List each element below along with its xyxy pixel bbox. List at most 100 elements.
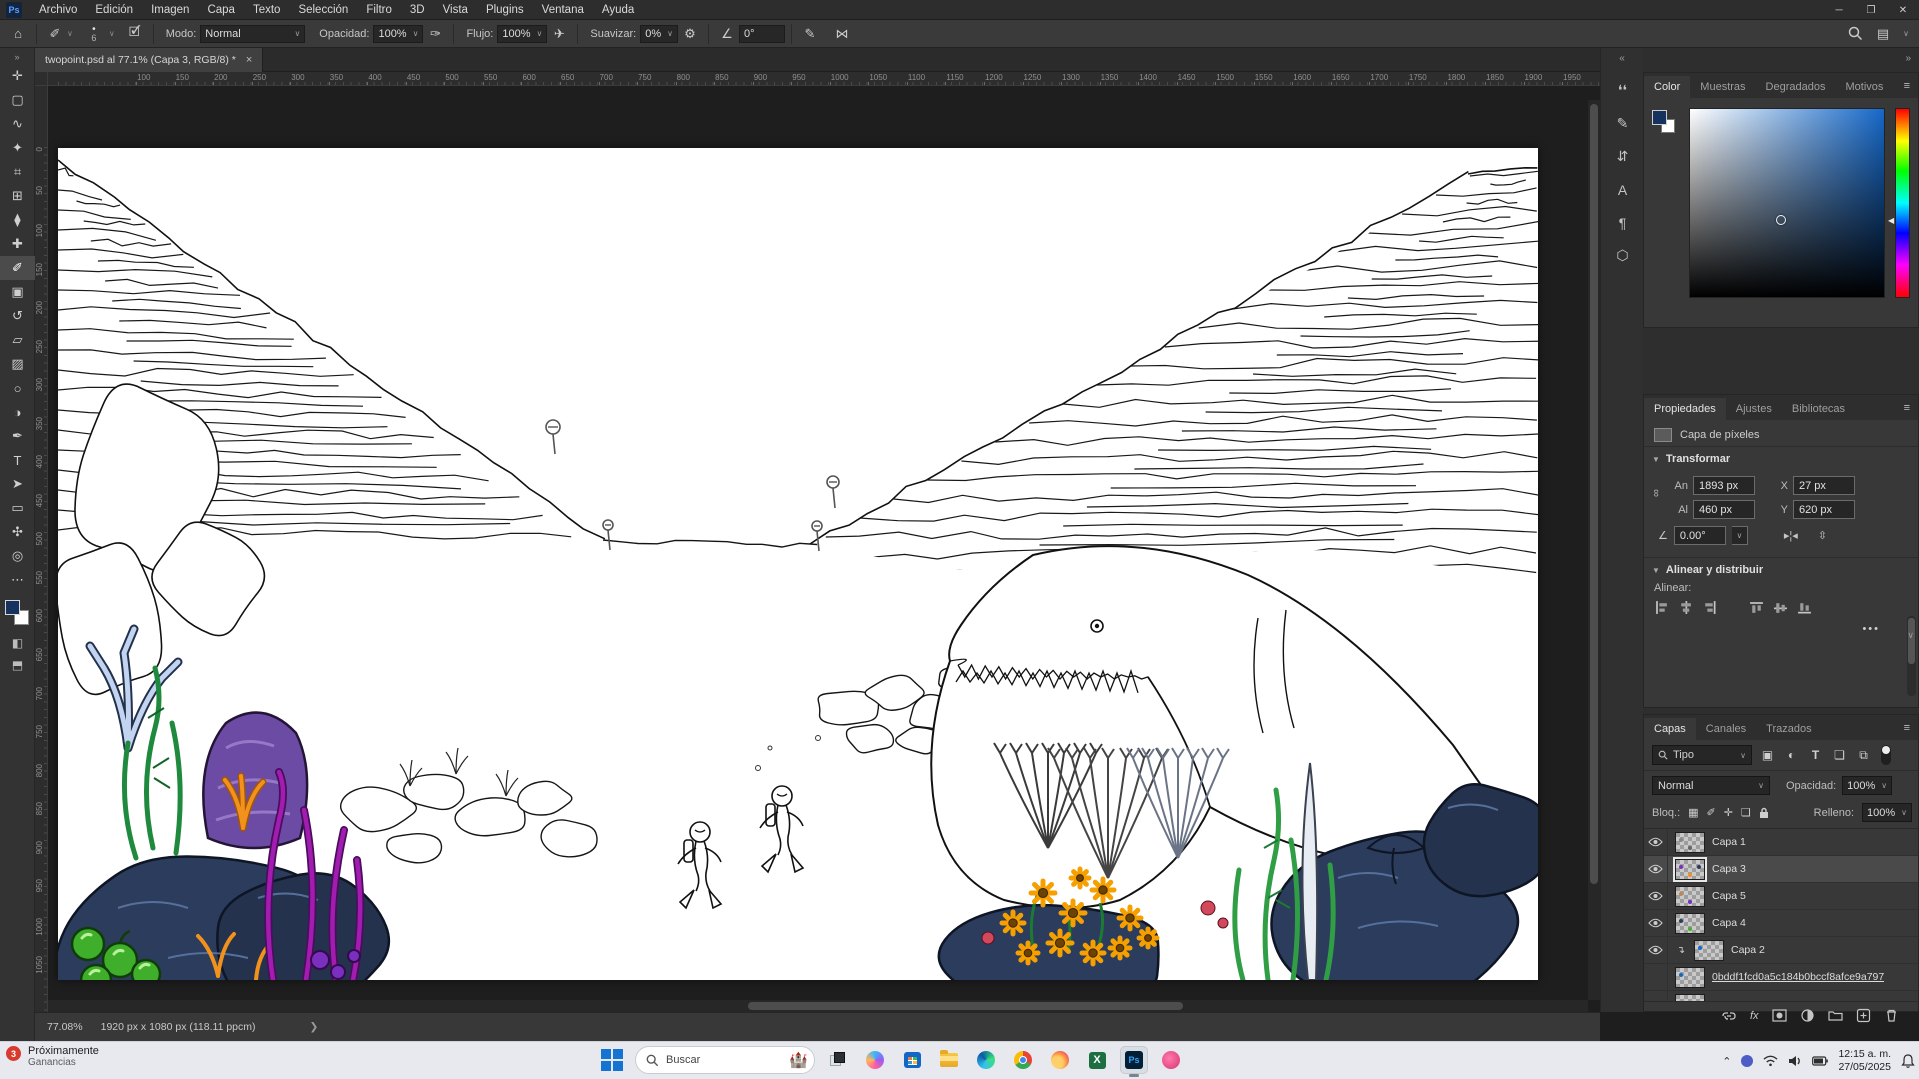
lasso-tool[interactable]: ∿ (0, 112, 35, 136)
comment-icon[interactable]: ❛❛ (1601, 74, 1644, 107)
shape-filter-icon[interactable]: ❏ (1831, 748, 1848, 762)
search-box[interactable]: Buscar🏰 (635, 1046, 815, 1074)
layer-visibility-empty[interactable] (1644, 991, 1668, 1002)
color-field[interactable] (1689, 108, 1885, 298)
align-center-h-icon[interactable] (1678, 600, 1693, 615)
layer-visibility-eye-icon[interactable] (1644, 883, 1668, 910)
layer-name[interactable]: Capa 1 (1712, 836, 1746, 848)
opacity-select[interactable]: 100%∨ (373, 25, 423, 43)
healing-brush-tool[interactable]: ✚ (0, 232, 35, 256)
workspace-chevron-icon[interactable]: ∨ (1903, 29, 1909, 38)
lock-artboard-icon[interactable]: ❏ (1741, 806, 1751, 819)
document-canvas[interactable] (58, 148, 1538, 980)
teams-icon[interactable] (1741, 1055, 1753, 1067)
layer-thumbnail[interactable] (1694, 940, 1724, 961)
layer-name[interactable]: Capa 3 (1712, 863, 1746, 875)
volume-icon[interactable] (1788, 1055, 1802, 1067)
move-tool[interactable]: ✛ (0, 64, 35, 88)
align-right-icon[interactable] (1702, 600, 1717, 615)
properties-tab-propiedades[interactable]: Propiedades (1644, 398, 1726, 420)
layer-mask-icon[interactable] (1772, 1008, 1787, 1023)
airbrush-icon[interactable]: ✈ (547, 26, 571, 42)
link-dimensions-icon[interactable]: ∞ (1650, 489, 1662, 497)
collapse-panels-icon[interactable]: » (1905, 53, 1911, 64)
minimize-button[interactable]: ─ (1823, 0, 1855, 20)
menu-archivo[interactable]: Archivo (30, 0, 86, 20)
photoshop-icon[interactable]: Ps (1120, 1046, 1148, 1074)
task-view-icon[interactable] (824, 1046, 852, 1074)
menu-ayuda[interactable]: Ayuda (593, 0, 643, 20)
menu-vista[interactable]: Vista (434, 0, 477, 20)
store-icon[interactable]: ‌‌‌‌ (898, 1046, 926, 1074)
wifi-icon[interactable] (1763, 1055, 1778, 1067)
width-field[interactable]: 1893 px (1693, 476, 1755, 495)
layer-row[interactable]: Capa 4 (1644, 910, 1918, 937)
close-button[interactable]: ✕ (1887, 0, 1919, 20)
layer-thumbnail[interactable] (1675, 859, 1705, 880)
battery-icon[interactable] (1812, 1056, 1828, 1066)
menu-capa[interactable]: Capa (198, 0, 244, 20)
3d-icon[interactable]: ⬡ (1601, 239, 1644, 272)
home-icon[interactable]: ⌂ (6, 26, 30, 41)
zoom-level-field[interactable]: 77.08% (43, 1020, 87, 1034)
edit-toolbar[interactable]: ⋯ (0, 568, 35, 592)
size-pressure-icon[interactable]: ✎ (798, 26, 822, 42)
frame-tool[interactable]: ⊞ (0, 184, 35, 208)
properties-tab-ajustes[interactable]: Ajustes (1726, 398, 1782, 420)
color-tab-motivos[interactable]: Motivos (1835, 76, 1893, 98)
menu-3d[interactable]: 3D (401, 0, 434, 20)
link-layers-icon[interactable] (1722, 1008, 1737, 1023)
quick-mask-icon[interactable]: ◧ (0, 632, 35, 654)
transform-section-header[interactable]: ▼Transformar (1644, 446, 1918, 469)
brush-settings-panel-icon[interactable]: 🗹 (123, 23, 147, 45)
filter-toggle[interactable] (1881, 745, 1891, 765)
status-chevron-icon[interactable]: ❯ (310, 1021, 319, 1033)
layer-visibility-eye-icon[interactable] (1644, 910, 1668, 937)
shape-tool[interactable]: ▭ (0, 496, 35, 520)
new-group-icon[interactable] (1828, 1008, 1843, 1023)
layer-visibility-eye-icon[interactable] (1644, 829, 1668, 856)
taskbar-widget[interactable]: 3 Próximamente Ganancias (6, 1045, 99, 1068)
layer-visibility-eye-icon[interactable] (1644, 856, 1668, 883)
rotate-angle-field[interactable]: 0.00° (1674, 526, 1726, 545)
history-brush-tool[interactable]: ↺ (0, 304, 35, 328)
brush-tool-preset-icon[interactable]: ✐ (43, 26, 67, 42)
menu-texto[interactable]: Texto (244, 0, 290, 20)
layers-tab-canales[interactable]: Canales (1696, 718, 1756, 740)
brush-size-chevron-icon[interactable]: ∨ (109, 29, 115, 38)
color-tab-degradados[interactable]: Degradados (1756, 76, 1836, 98)
height-field[interactable]: 460 px (1693, 500, 1755, 519)
properties-scroll-chevron-icon[interactable]: ∨ (1907, 630, 1914, 641)
layer-thumbnail[interactable] (1675, 994, 1705, 1002)
layer-thumbnail[interactable] (1675, 886, 1705, 907)
file-explorer-icon[interactable] (935, 1046, 963, 1074)
properties-scrollbar[interactable] (1907, 616, 1916, 696)
blend-mode-select[interactable]: Normal∨ (200, 25, 305, 43)
align-top-icon[interactable] (1749, 600, 1764, 615)
y-field[interactable]: 620 px (1793, 500, 1855, 519)
eyedropper-tool[interactable]: ⧫ (0, 208, 35, 232)
layer-name[interactable]: 0bddf1fcd0a5c184b0bccf8afce9a797 (1712, 971, 1884, 983)
symmetry-butterfly-icon[interactable]: ⋈ (830, 26, 854, 42)
vertical-ruler[interactable]: 0501001502002503003504004505005506006507… (35, 86, 48, 1012)
brush-size-preview[interactable]: • 6 (81, 26, 107, 42)
layer-opacity-select[interactable]: 100%∨ (1842, 776, 1892, 795)
quick-selection-tool[interactable]: ✦ (0, 136, 35, 160)
start-button[interactable] (598, 1046, 626, 1074)
paragraph-icon[interactable]: ¶ (1601, 206, 1644, 239)
arrange-icon[interactable]: ⇵ (1601, 140, 1644, 173)
taskbar-clock[interactable]: 12:15 a. m. 27/05/2025 (1838, 1048, 1891, 1074)
layer-fill-select[interactable]: 100%∨ (1862, 803, 1912, 822)
flip-vertical-icon[interactable]: ⇳ (1818, 529, 1827, 542)
firefox-icon[interactable] (1046, 1046, 1074, 1074)
close-document-icon[interactable]: × (246, 54, 252, 66)
delete-layer-icon[interactable] (1884, 1008, 1899, 1023)
lock-transparency-icon[interactable]: ▦ (1688, 806, 1698, 819)
smart-object-filter-icon[interactable]: ⧉ (1855, 748, 1872, 763)
maximize-button[interactable]: ❐ (1855, 0, 1887, 20)
brush-angle-input[interactable]: 0° (739, 25, 785, 43)
opacity-pressure-icon[interactable]: ✑ (423, 26, 447, 42)
layer-visibility-empty[interactable] (1644, 964, 1668, 991)
expand-panels-icon[interactable]: « (1601, 48, 1643, 74)
zoom-tool[interactable]: ◎ (0, 544, 35, 568)
